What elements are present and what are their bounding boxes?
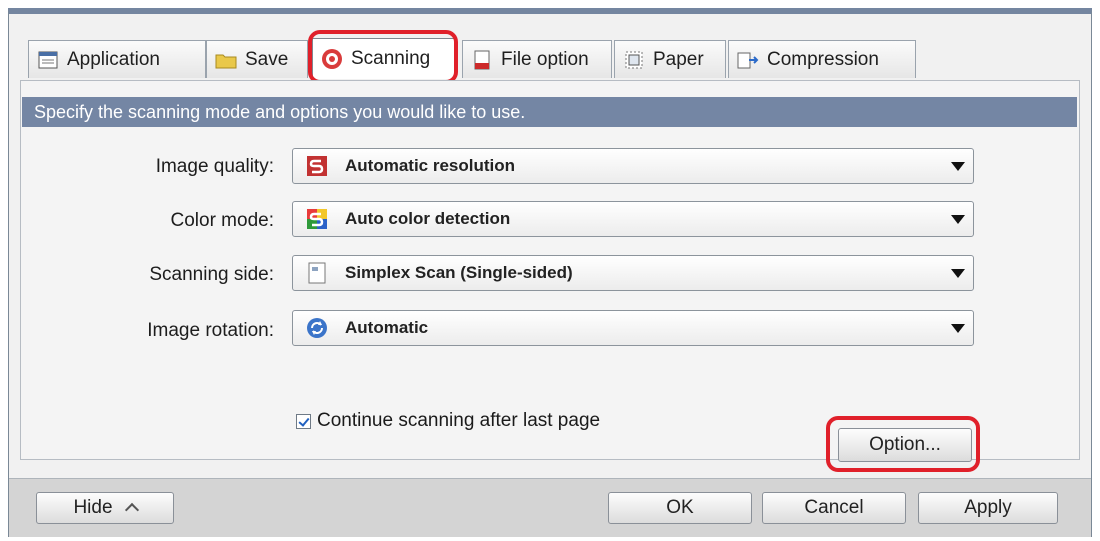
folder-icon [215, 49, 237, 71]
image-rotation-dropdown[interactable]: Automatic [292, 310, 974, 346]
instruction-header: Specify the scanning mode and options yo… [22, 97, 1077, 127]
scanning-side-dropdown[interactable]: Simplex Scan (Single-sided) [292, 255, 974, 291]
scanning-tab-highlight [308, 30, 458, 84]
continue-scanning-checkbox[interactable] [296, 413, 311, 429]
tab-label: Paper [653, 48, 704, 70]
image-quality-value: Automatic resolution [345, 156, 516, 175]
image-rotation-label: Image rotation: [147, 320, 274, 341]
image-rotation-value: Automatic [345, 318, 429, 337]
tab-label: File option [501, 48, 589, 70]
image-quality-dropdown[interactable]: Automatic resolution [292, 148, 974, 184]
color-icon [305, 207, 329, 231]
continue-scanning-label[interactable]: Continue scanning after last page [317, 410, 600, 432]
chevron-down-icon [951, 268, 965, 278]
tab-paper[interactable]: Paper [614, 40, 726, 78]
chevron-up-icon [124, 502, 139, 518]
rotation-icon [305, 316, 329, 340]
compression-icon [737, 49, 759, 71]
apply-button[interactable]: Apply [918, 492, 1058, 524]
application-icon [37, 49, 59, 71]
image-quality-label: Image quality: [155, 156, 274, 177]
color-mode-dropdown[interactable]: Auto color detection [292, 201, 974, 237]
chevron-down-icon [951, 323, 965, 333]
hide-button-label: Hide [73, 497, 113, 518]
scanning-side-value: Simplex Scan (Single-sided) [345, 263, 573, 282]
chevron-down-icon [951, 214, 965, 224]
scanning-side-label: Scanning side: [149, 264, 274, 285]
continue-scanning-row: Continue scanning after last page [296, 410, 600, 432]
tab-label: Save [245, 48, 289, 70]
tab-strip: Application Save Scanning File option Pa… [28, 38, 928, 80]
tab-label: Application [67, 48, 160, 70]
file-icon [471, 49, 493, 71]
tab-save[interactable]: Save [206, 40, 308, 78]
color-mode-value: Auto color detection [345, 209, 511, 228]
tab-label: Compression [767, 48, 879, 70]
page-icon [305, 261, 329, 285]
ok-button[interactable]: OK [608, 492, 752, 524]
chevron-down-icon [951, 161, 965, 171]
hide-button[interactable]: Hide [36, 492, 174, 524]
paper-icon [623, 49, 645, 71]
color-mode-label: Color mode: [170, 210, 275, 231]
option-button-highlight [826, 416, 980, 472]
cancel-button[interactable]: Cancel [762, 492, 906, 524]
tab-file-option[interactable]: File option [462, 40, 612, 78]
resolution-icon [305, 154, 329, 178]
tab-application[interactable]: Application [28, 40, 206, 78]
tab-compression[interactable]: Compression [728, 40, 916, 78]
